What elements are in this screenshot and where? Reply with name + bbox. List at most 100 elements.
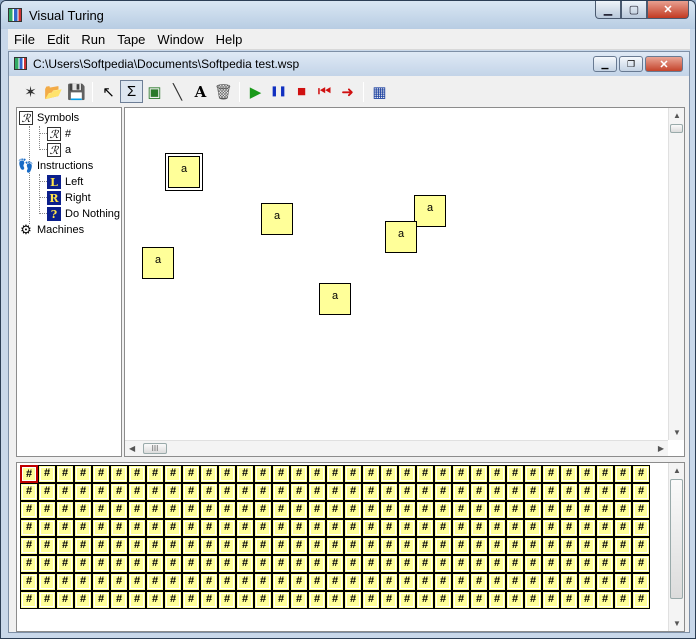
doc-close-button[interactable]: ✕ [645, 56, 683, 72]
tape-cell[interactable]: # [326, 465, 344, 483]
tape-cell[interactable]: # [182, 573, 200, 591]
tape-cell[interactable]: # [344, 501, 362, 519]
tape-cell[interactable]: # [398, 483, 416, 501]
tape-cell[interactable]: # [308, 537, 326, 555]
tape-cell[interactable]: # [272, 483, 290, 501]
tape-cell[interactable]: # [488, 555, 506, 573]
tape-cell[interactable]: # [182, 519, 200, 537]
select-arrow-button[interactable]: ↖ [97, 80, 120, 103]
tape-cell[interactable]: # [92, 573, 110, 591]
tape-cell[interactable]: # [614, 501, 632, 519]
tape-cell[interactable]: # [506, 537, 524, 555]
save-button[interactable]: 💾 [65, 80, 88, 103]
tape-cell[interactable]: # [218, 555, 236, 573]
tape-cell[interactable]: # [308, 591, 326, 609]
state-node[interactable]: a [261, 203, 293, 235]
tape-cell[interactable]: # [452, 465, 470, 483]
document-title-bar[interactable]: C:\Users\Softpedia\Documents\Softpedia t… [9, 52, 689, 76]
tape-cell[interactable]: # [110, 483, 128, 501]
tape-cell[interactable]: # [434, 591, 452, 609]
tape-cell[interactable]: # [254, 519, 272, 537]
tape-cell[interactable]: # [92, 501, 110, 519]
tape-cell[interactable]: # [542, 519, 560, 537]
tape-cell[interactable]: # [38, 573, 56, 591]
tape-cell[interactable]: # [200, 465, 218, 483]
tape-cell[interactable]: # [524, 555, 542, 573]
menu-run[interactable]: Run [75, 29, 111, 50]
tape-cell[interactable]: # [398, 537, 416, 555]
tape-cell[interactable]: # [56, 573, 74, 591]
tape-cell[interactable]: # [434, 555, 452, 573]
tape-cell[interactable]: # [182, 501, 200, 519]
tape-cell[interactable]: # [632, 573, 650, 591]
tape-cell[interactable]: # [470, 591, 488, 609]
tape-cell[interactable]: # [272, 591, 290, 609]
tape-cell[interactable]: # [398, 519, 416, 537]
trash-button[interactable]: 🗑 [212, 80, 235, 103]
tape-cell[interactable]: # [416, 555, 434, 573]
tape-cell[interactable]: # [74, 591, 92, 609]
tape-cell[interactable]: # [542, 465, 560, 483]
tape-cell[interactable]: # [92, 519, 110, 537]
tape-cell[interactable]: # [308, 465, 326, 483]
tape-cell[interactable]: # [20, 537, 38, 555]
tape-cell[interactable]: # [596, 501, 614, 519]
tape-cell[interactable]: # [380, 573, 398, 591]
tape-cell[interactable]: # [344, 555, 362, 573]
scroll-right-icon[interactable]: ▶ [658, 444, 664, 453]
tape-cell[interactable]: # [92, 483, 110, 501]
menu-tape[interactable]: Tape [111, 29, 151, 50]
tape-cell[interactable]: # [74, 555, 92, 573]
tape-cell[interactable]: # [56, 465, 74, 483]
text-button[interactable]: A [189, 80, 212, 103]
tape-cell[interactable]: # [344, 483, 362, 501]
scroll-thumb[interactable] [670, 479, 683, 599]
tape-cell[interactable]: # [182, 465, 200, 483]
tree-instruction-left[interactable]: L Left [47, 174, 83, 190]
tape-cell[interactable]: # [344, 537, 362, 555]
tape-cell[interactable]: # [434, 501, 452, 519]
tape-cell[interactable]: # [290, 555, 308, 573]
tape-cell[interactable]: # [560, 537, 578, 555]
tape-cell[interactable]: # [290, 465, 308, 483]
tape-cell[interactable]: # [506, 573, 524, 591]
tape-cell[interactable]: # [200, 501, 218, 519]
tape-cell[interactable]: # [488, 483, 506, 501]
tape-cell[interactable]: # [506, 465, 524, 483]
tape-cell[interactable]: # [524, 465, 542, 483]
tape-cell[interactable]: # [542, 591, 560, 609]
tape-cell[interactable]: # [344, 573, 362, 591]
tape-cell[interactable]: # [290, 483, 308, 501]
tape-cell[interactable]: # [542, 483, 560, 501]
tape-cell[interactable]: # [596, 465, 614, 483]
tape-cell[interactable]: # [470, 519, 488, 537]
tape-cell[interactable]: # [524, 483, 542, 501]
step-button[interactable]: ➜ [336, 80, 359, 103]
title-bar[interactable]: Visual Turing ▁ ▢ ✕ [1, 1, 695, 29]
tape-cell[interactable]: # [560, 501, 578, 519]
tape-cell[interactable]: # [128, 537, 146, 555]
tape-cell[interactable]: # [74, 465, 92, 483]
tape-cell[interactable]: # [416, 465, 434, 483]
tape-cell[interactable]: # [452, 555, 470, 573]
tape-cell[interactable]: # [110, 465, 128, 483]
tape-cell[interactable]: # [164, 555, 182, 573]
state-node[interactable]: a [414, 195, 446, 227]
tape-cell[interactable]: # [398, 465, 416, 483]
tree-symbol-hash[interactable]: ℛ # [47, 126, 71, 142]
tape-cell[interactable]: # [92, 591, 110, 609]
tape-cell[interactable]: # [452, 501, 470, 519]
tape-cell[interactable]: # [254, 501, 272, 519]
tape-cell[interactable]: # [506, 591, 524, 609]
tape-cell[interactable]: # [74, 537, 92, 555]
tape-cell[interactable]: # [578, 537, 596, 555]
tape-cell[interactable]: # [56, 537, 74, 555]
tape-cell[interactable]: # [326, 591, 344, 609]
tape-cell[interactable]: # [182, 537, 200, 555]
close-button[interactable]: ✕ [647, 1, 689, 19]
tape-cell[interactable]: # [326, 573, 344, 591]
tape-cell[interactable]: # [92, 555, 110, 573]
tape-cell[interactable]: # [308, 483, 326, 501]
tape-cell[interactable]: # [128, 501, 146, 519]
tape-cell[interactable]: # [470, 465, 488, 483]
